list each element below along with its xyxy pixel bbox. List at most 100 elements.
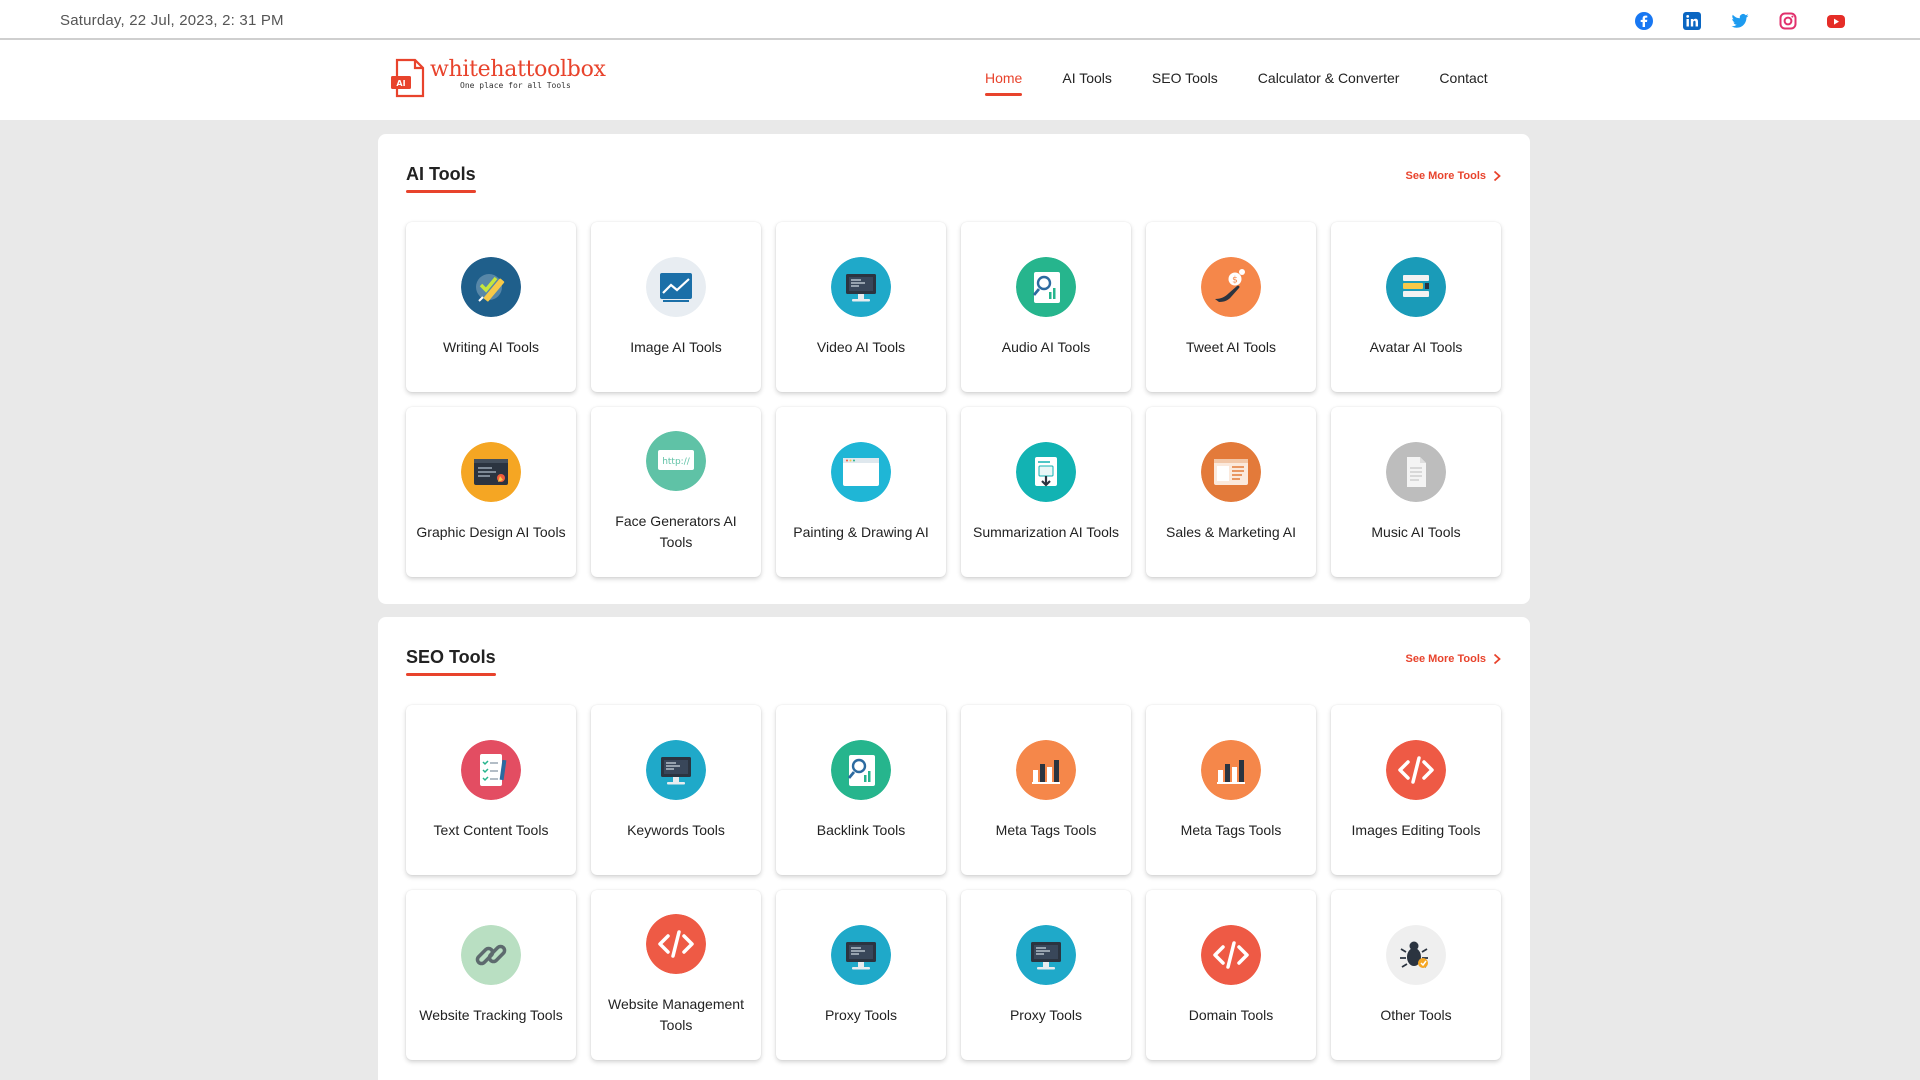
logo-document-icon: AI — [391, 58, 425, 98]
code-icon — [646, 914, 706, 974]
section-title: AI Tools — [406, 164, 476, 193]
monitor-icon — [831, 256, 891, 317]
tool-card-label: Image AI Tools — [630, 338, 722, 355]
tool-card[interactable]: Meta Tags Tools — [1146, 705, 1316, 875]
tool-card[interactable]: Meta Tags Tools — [961, 705, 1131, 875]
tool-card-label: Proxy Tools — [1009, 1006, 1083, 1023]
monitor-icon — [831, 924, 891, 985]
see-more-link[interactable]: See More Tools — [1406, 170, 1502, 182]
seo-tools-section: SEO Tools See More Tools Text Content To… — [378, 617, 1530, 1080]
svg-text:http://: http:// — [662, 457, 691, 467]
section-title: SEO Tools — [406, 647, 496, 676]
code-icon — [1201, 924, 1261, 985]
tool-card[interactable]: http:// Face Generators AI Tools — [591, 407, 761, 577]
tool-card[interactable]: Music AI Tools — [1331, 407, 1501, 577]
hand-coin-icon: $ — [1201, 256, 1261, 317]
main-navbar: AI whitehattoolbox One place for all Too… — [0, 40, 1920, 120]
webpage-icon — [1201, 441, 1261, 502]
document-search-icon — [1016, 256, 1076, 317]
tool-card[interactable]: Video AI Tools — [776, 222, 946, 392]
nav-ai-tools[interactable]: AI Tools — [1062, 70, 1112, 96]
see-more-label: See More Tools — [1405, 170, 1486, 182]
tool-card-label: Images Editing Tools — [1351, 821, 1481, 838]
tool-card-label: Video AI Tools — [816, 338, 906, 355]
tool-card-label: Summarization AI Tools — [972, 523, 1120, 540]
tool-card-label: Painting & Drawing AI — [793, 523, 929, 540]
nav-contact[interactable]: Contact — [1439, 70, 1487, 96]
stack-icon — [1386, 256, 1446, 317]
tool-card-label: Proxy Tools — [824, 1006, 898, 1023]
tool-card[interactable]: Graphic Design AI Tools — [406, 407, 576, 577]
tool-card-label: Face Generators AI Tools — [615, 513, 737, 550]
facebook-icon[interactable] — [1634, 11, 1654, 31]
tool-card-label: Sales & Marketing AI — [1166, 523, 1296, 540]
tool-card-label: Music AI Tools — [1371, 523, 1461, 540]
instagram-icon[interactable] — [1778, 11, 1798, 31]
document-search-icon — [831, 739, 891, 800]
nav-calculator-converter[interactable]: Calculator & Converter — [1258, 70, 1400, 96]
tool-card-label: Website Tracking Tools — [419, 1006, 563, 1023]
tool-card[interactable]: Writing AI Tools — [406, 222, 576, 392]
ai-tools-section: AI Tools See More Tools Writing AI Tools… — [378, 134, 1530, 604]
bug-icon — [1386, 924, 1446, 985]
tool-card-label: Avatar AI Tools — [1369, 338, 1463, 355]
tool-card[interactable]: Summarization AI Tools — [961, 407, 1131, 577]
tool-card-label: Meta Tags Tools — [995, 821, 1097, 838]
nav-seo-tools[interactable]: SEO Tools — [1152, 70, 1218, 96]
logo-badge: AI — [396, 79, 405, 88]
tool-card[interactable]: Domain Tools — [1146, 890, 1316, 1060]
tool-card-label: Domain Tools — [1188, 1006, 1274, 1023]
tool-card[interactable]: Painting & Drawing AI — [776, 407, 946, 577]
chevron-right-icon — [1493, 653, 1501, 665]
twitter-icon[interactable] — [1730, 11, 1750, 31]
link-icon — [461, 924, 521, 985]
tool-card-label: Backlink Tools — [816, 821, 906, 838]
tool-card[interactable]: Audio AI Tools — [961, 222, 1131, 392]
tool-card[interactable]: Image AI Tools — [591, 222, 761, 392]
tool-grid: Text Content Tools Keywords Tools Backlink… — [406, 705, 1501, 1060]
site-logo[interactable]: AI whitehattoolbox One place for all Too… — [390, 58, 606, 98]
tool-card[interactable]: $ Tweet AI Tools — [1146, 222, 1316, 392]
tool-card-label: Website Management Tools — [608, 996, 744, 1033]
monitor-icon — [646, 739, 706, 800]
tool-card[interactable]: Website Management Tools — [591, 890, 761, 1060]
code-icon — [1386, 739, 1446, 800]
tool-card-label: Graphic Design AI Tools — [416, 523, 566, 540]
tool-card-label: Text Content Tools — [433, 821, 549, 838]
see-more-label: See More Tools — [1405, 653, 1486, 665]
bar-chart-icon — [1201, 739, 1261, 800]
logo-name: whitehattoolbox — [430, 57, 606, 82]
tool-card-label: Audio AI Tools — [1001, 338, 1091, 355]
monitor-icon — [1016, 924, 1076, 985]
tool-card[interactable]: Keywords Tools — [591, 705, 761, 875]
tool-card[interactable]: Proxy Tools — [776, 890, 946, 1060]
linkedin-icon[interactable] — [1682, 11, 1702, 31]
tool-card[interactable]: Images Editing Tools — [1331, 705, 1501, 875]
browser-window-icon — [831, 441, 891, 502]
nav-menu: Home AI Tools SEO Tools Calculator & Con… — [985, 70, 1528, 96]
bar-chart-icon — [1016, 739, 1076, 800]
tool-card[interactable]: Proxy Tools — [961, 890, 1131, 1060]
tool-card[interactable]: Avatar AI Tools — [1331, 222, 1501, 392]
nav-home[interactable]: Home — [985, 70, 1023, 96]
checklist-icon — [461, 739, 521, 800]
top-bar: Saturday, 22 Jul, 2023, 2: 31 PM — [0, 0, 1920, 40]
social-links — [1634, 11, 1846, 31]
download-doc-icon — [1016, 441, 1076, 502]
tool-card-label: Keywords Tools — [627, 821, 725, 838]
tool-card[interactable]: Text Content Tools — [406, 705, 576, 875]
chevron-right-icon — [1493, 170, 1501, 182]
writing-icon — [461, 256, 521, 317]
tool-card-label: Other Tools — [1380, 1006, 1452, 1023]
design-window-icon — [461, 441, 521, 502]
image-chart-icon — [646, 256, 706, 317]
tool-card-label: Meta Tags Tools — [1180, 821, 1282, 838]
see-more-link[interactable]: See More Tools — [1406, 653, 1502, 665]
tool-card[interactable]: Other Tools — [1331, 890, 1501, 1060]
tool-card[interactable]: Backlink Tools — [776, 705, 946, 875]
tool-grid: Writing AI Tools Image AI Tools Video AI T… — [406, 222, 1501, 577]
http-icon: http:// — [646, 431, 706, 491]
tool-card[interactable]: Website Tracking Tools — [406, 890, 576, 1060]
youtube-icon[interactable] — [1826, 11, 1846, 31]
tool-card[interactable]: Sales & Marketing AI — [1146, 407, 1316, 577]
